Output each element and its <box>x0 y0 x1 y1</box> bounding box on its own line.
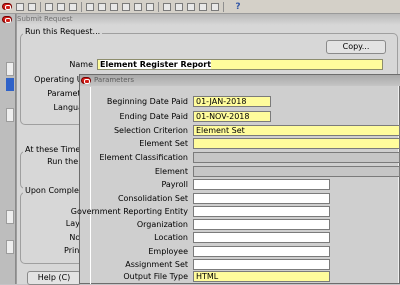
param-label: Element Classification <box>99 153 188 162</box>
name-field-value: Element Register Report <box>100 60 212 69</box>
save-icon[interactable] <box>16 3 24 11</box>
param-label: Beginning Date Paid <box>106 97 188 106</box>
param-label: Employee <box>148 247 188 256</box>
toolbar-separator <box>81 2 82 12</box>
help-icon[interactable]: ? <box>233 2 243 12</box>
name-field[interactable]: Element Register Report <box>97 59 383 70</box>
close-icon[interactable] <box>2 3 12 10</box>
param-field[interactable]: 01-NOV-2018 <box>193 111 271 122</box>
param-field[interactable] <box>193 206 330 217</box>
param-field[interactable]: Element Set <box>193 125 400 136</box>
zoom-icon[interactable] <box>175 3 183 11</box>
parameters-dialog: Parameters Beginning Date Paid 01-JAN-201… <box>71 74 400 284</box>
dialog-edge <box>90 87 91 284</box>
selection-marker <box>6 78 14 91</box>
edit-icon[interactable] <box>163 3 171 11</box>
param-label: Assignment Set <box>125 260 188 269</box>
attachment-icon[interactable] <box>199 3 207 11</box>
window-tab[interactable] <box>6 210 14 224</box>
param-label: Element Set <box>139 139 188 148</box>
window-title-bar: Submit Request <box>2 14 400 25</box>
parameters-title: Parameters <box>94 76 135 84</box>
window-tab[interactable] <box>6 62 14 76</box>
toolbar-separator <box>40 2 41 12</box>
param-label: Element <box>154 167 188 176</box>
param-field[interactable]: 01-JAN-2018 <box>193 96 271 107</box>
name-label: Name <box>69 60 93 69</box>
run-request-group-title: Run this Request... <box>23 27 103 37</box>
find-icon[interactable] <box>57 3 65 11</box>
new-record-icon[interactable] <box>86 3 94 11</box>
paste-icon[interactable] <box>134 3 142 11</box>
clear-icon[interactable] <box>110 3 118 11</box>
toolbar: ? <box>0 0 400 14</box>
help-button[interactable]: Help (C) <box>27 271 81 285</box>
toolbar-separator <box>223 2 224 12</box>
param-label: Organization <box>136 220 188 229</box>
param-field[interactable] <box>193 232 330 243</box>
param-field[interactable] <box>193 246 330 257</box>
param-field[interactable] <box>193 219 330 230</box>
param-label: Output File Type <box>123 272 188 281</box>
param-field[interactable] <box>193 259 330 270</box>
left-window-strip <box>0 14 16 284</box>
param-label: Location <box>154 233 188 242</box>
window-tab[interactable] <box>6 240 14 254</box>
translate-icon[interactable] <box>187 3 195 11</box>
parameters-title-bar: Parameters <box>80 75 400 86</box>
param-field[interactable] <box>193 193 330 204</box>
cut-icon[interactable] <box>146 3 154 11</box>
copy-button[interactable]: Copy... <box>326 40 386 54</box>
param-field <box>193 166 400 177</box>
copy-icon[interactable] <box>122 3 130 11</box>
window-title: Submit Request <box>17 15 73 23</box>
param-field <box>193 152 400 163</box>
param-label: Ending Date Paid <box>119 112 188 121</box>
navigate-icon[interactable] <box>28 3 36 11</box>
folder-icon[interactable] <box>69 3 77 11</box>
param-label: Government Reporting Entity <box>70 207 188 216</box>
param-field[interactable]: HTML <box>193 271 330 282</box>
print-icon[interactable] <box>45 3 53 11</box>
window-close-icon[interactable] <box>2 16 12 23</box>
window-tab[interactable] <box>6 108 14 122</box>
folder-tools-icon[interactable] <box>211 3 219 11</box>
toolbar-separator <box>158 2 159 12</box>
param-label: Payroll <box>161 180 188 189</box>
param-field[interactable] <box>193 138 400 149</box>
parameters-close-icon[interactable] <box>81 77 91 84</box>
delete-record-icon[interactable] <box>98 3 106 11</box>
param-label: Consolidation Set <box>117 194 188 203</box>
param-label: Selection Criterion <box>113 126 188 135</box>
param-field[interactable] <box>193 179 330 190</box>
